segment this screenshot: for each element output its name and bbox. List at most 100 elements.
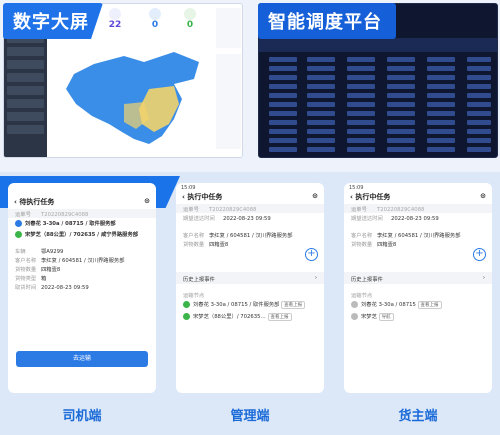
stat-card: 0	[174, 8, 206, 44]
table-cell	[347, 138, 375, 143]
side-widget	[216, 54, 241, 149]
table-cell	[387, 111, 415, 116]
table-cell	[467, 93, 491, 98]
driver-phone: ‹ 待执行任务 ⊙ 运单号 T20220829C4088 刘春花 3-30a / 0…	[8, 183, 156, 393]
table-row	[263, 74, 495, 82]
shipper-phone: 15:09 ‹ 执行中任务 ⊙ 运单号 T20220829C4088 期望送达时间 2…	[344, 183, 492, 393]
target-icon[interactable]: ⊙	[144, 197, 150, 205]
history-events-link[interactable]: 历史上报事件 ›	[344, 272, 492, 284]
table-cell	[467, 120, 491, 125]
table-row	[263, 92, 495, 100]
table-cell	[387, 75, 415, 80]
table-cell	[307, 84, 335, 89]
table-cell	[387, 129, 415, 134]
manager-phone: 15:09 ‹ 执行中任务 ⊙ 运单号 T20220829C4088 期望送达时间 2…	[176, 183, 324, 393]
table-cell	[427, 57, 455, 62]
table-cell	[307, 120, 335, 125]
table-cell	[307, 93, 335, 98]
table-row	[263, 65, 495, 73]
table-cell	[307, 111, 335, 116]
view-report-button[interactable]: 查看上报	[417, 301, 442, 309]
china-map	[66, 52, 199, 144]
table-cell	[467, 111, 491, 116]
table-cell	[269, 75, 297, 80]
table-cell	[269, 57, 297, 62]
table-cell	[467, 75, 491, 80]
table-cell	[467, 102, 491, 107]
table-cell	[387, 138, 415, 143]
table-cell	[269, 102, 297, 107]
table-cell	[427, 66, 455, 71]
target-icon[interactable]: ⊙	[480, 192, 486, 200]
table-row	[263, 110, 495, 118]
table-cell	[387, 84, 415, 89]
table-cell	[387, 93, 415, 98]
table-cell	[269, 84, 297, 89]
table-cell	[347, 147, 375, 152]
manager-caption: 管理端	[230, 409, 270, 424]
table-cell	[269, 147, 297, 152]
table-row	[263, 83, 495, 91]
table-cell	[427, 129, 455, 134]
table-cell	[387, 66, 415, 71]
nav-bar: ‹ 执行中任务 ⊙	[182, 192, 318, 201]
table-cell	[307, 102, 335, 107]
table-cell	[467, 129, 491, 134]
table-cell	[427, 84, 455, 89]
table-cell	[467, 138, 491, 143]
table-cell	[307, 138, 335, 143]
table-cell	[347, 129, 375, 134]
table-cell	[307, 75, 335, 80]
table-row	[263, 56, 495, 64]
stat-card: 22	[99, 8, 131, 44]
driver-caption: 司机端	[62, 409, 102, 424]
scheduling-title: 智能调度平台	[258, 3, 396, 39]
view-report-button[interactable]: 查看上报	[267, 313, 292, 321]
table-cell	[467, 147, 491, 152]
table-cell	[467, 66, 491, 71]
table-cell	[307, 147, 335, 152]
table-cell	[347, 84, 375, 89]
table-cell	[427, 102, 455, 107]
table-cell	[269, 129, 297, 134]
table-row	[263, 137, 495, 145]
table-cell	[307, 66, 335, 71]
table-cell	[269, 66, 297, 71]
table-cell	[467, 84, 491, 89]
stat-card: 0	[139, 8, 171, 44]
table-header	[259, 38, 497, 52]
table-cell	[467, 57, 491, 62]
table-cell	[347, 57, 375, 62]
table-cell	[427, 138, 455, 143]
view-report-button[interactable]: 查看上报	[281, 301, 306, 309]
table-cell	[387, 120, 415, 125]
start-transport-button[interactable]: 去运输	[16, 351, 148, 367]
table-cell	[347, 120, 375, 125]
table-cell	[387, 57, 415, 62]
nav-bar: ‹ 待执行任务 ⊙	[14, 197, 150, 206]
table-row	[263, 119, 495, 127]
table-cell	[347, 111, 375, 116]
dashboard-title: 数字大屏	[3, 3, 103, 39]
table-cell	[427, 147, 455, 152]
history-events-link[interactable]: 历史上报事件 ›	[176, 272, 324, 284]
table-cell	[269, 111, 297, 116]
table-cell	[347, 66, 375, 71]
table-cell	[307, 57, 335, 62]
table-cell	[269, 120, 297, 125]
add-icon[interactable]: +	[473, 248, 486, 261]
side-widget	[216, 8, 241, 48]
nav-bar: ‹ 执行中任务 ⊙	[350, 192, 486, 201]
table-cell	[269, 93, 297, 98]
target-icon[interactable]: ⊙	[312, 192, 318, 200]
table-cell	[307, 129, 335, 134]
table-row	[263, 101, 495, 109]
table-cell	[427, 120, 455, 125]
table-cell	[387, 102, 415, 107]
add-icon[interactable]: +	[305, 248, 318, 261]
table-cell	[347, 75, 375, 80]
table-cell	[427, 93, 455, 98]
shipper-caption: 货主端	[398, 409, 438, 424]
navigate-button[interactable]: 导航	[378, 313, 394, 321]
table-cell	[269, 138, 297, 143]
